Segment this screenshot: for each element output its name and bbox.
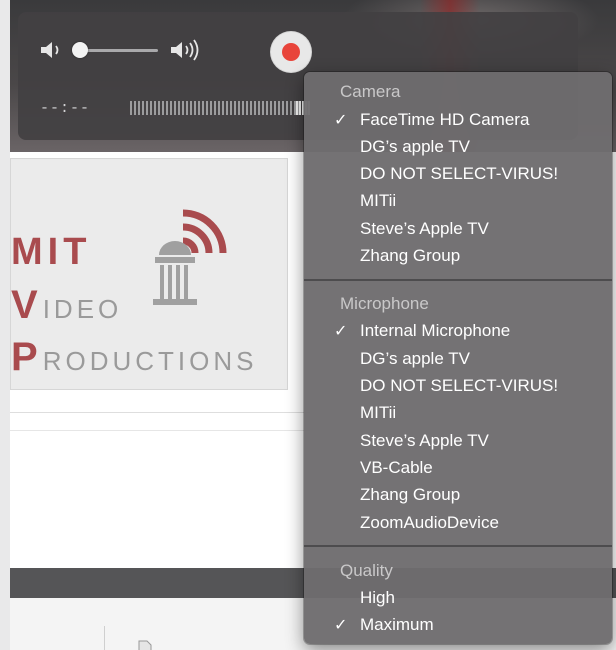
dome-building-signal-icon (153, 209, 227, 305)
checkmark-icon: ✓ (334, 323, 348, 340)
menu-item-label: Maximum (360, 615, 434, 634)
menu-item-label: Internal Microphone (360, 321, 511, 340)
menu-separator (304, 545, 612, 547)
menu-item-camera-zhang-group[interactable]: Zhang Group (304, 243, 612, 270)
menu-item-label: Zhang Group (360, 485, 461, 504)
menu-item-label: Steve’s Apple TV (360, 431, 489, 450)
menu-item-label: Steve’s Apple TV (360, 219, 489, 238)
logo-productions-text: PRODUCTIONS (11, 335, 257, 380)
menu-item-camera-do-not-select[interactable]: DO NOT SELECT-VIRUS! (304, 161, 612, 188)
menu-item-label: DG’s apple TV (360, 137, 470, 156)
volume-slider-knob[interactable] (72, 42, 88, 58)
document-icon (138, 640, 152, 650)
speaker-high-icon[interactable] (168, 36, 208, 64)
menu-item-quality-high[interactable]: High (304, 585, 612, 612)
checkmark-icon: ✓ (334, 617, 348, 634)
audio-level-meter (130, 101, 310, 115)
menu-header-camera: Camera (340, 82, 401, 101)
menu-item-label: MITii (360, 403, 397, 422)
logo-video-text: VIDEO (11, 283, 122, 328)
bottom-divider (104, 626, 105, 650)
menu-item-mic-do-not-select[interactable]: DO NOT SELECT-VIRUS! (304, 373, 612, 400)
menu-item-label: VB-Cable (360, 458, 433, 477)
record-icon (282, 43, 300, 61)
menu-item-mic-steves-apple-tv[interactable]: Steve’s Apple TV (304, 428, 612, 455)
logo-productions-rest: RODUCTIONS (42, 346, 258, 376)
page-divider (10, 412, 310, 413)
menu-item-camera-steves-apple-tv[interactable]: Steve’s Apple TV (304, 216, 612, 243)
menu-item-label: High (360, 588, 395, 607)
volume-slider-track[interactable] (76, 49, 158, 52)
menu-item-label: DO NOT SELECT-VIRUS! (360, 164, 559, 183)
menu-item-mic-mitii[interactable]: MITii (304, 400, 612, 427)
mit-video-productions-logo: MIT VIDEO PRODUCTIONS (10, 158, 288, 390)
menu-item-camera-dg-apple-tv[interactable]: DG’s apple TV (304, 134, 612, 161)
menu-item-label: DO NOT SELECT-VIRUS! (360, 376, 559, 395)
logo-productions-initial: P (11, 335, 43, 379)
menu-item-mic-zhang-group[interactable]: Zhang Group (304, 482, 612, 509)
menu-item-label: FaceTime HD Camera (360, 110, 530, 129)
checkmark-icon: ✓ (334, 112, 348, 129)
record-button[interactable] (270, 31, 312, 73)
menu-item-mic-internal[interactable]: ✓ Internal Microphone (304, 318, 612, 345)
options-dropdown-menu: Camera ✓ FaceTime HD Camera DG’s apple T… (304, 72, 612, 644)
menu-item-camera-facetime[interactable]: ✓ FaceTime HD Camera (304, 107, 612, 134)
elapsed-time: --:-- (40, 100, 91, 117)
menu-item-label: MITii (360, 191, 397, 210)
speaker-low-icon[interactable] (38, 38, 64, 62)
menu-item-label: ZoomAudioDevice (360, 513, 499, 532)
menu-separator (304, 279, 612, 281)
menu-item-mic-zoom-audio-device[interactable]: ZoomAudioDevice (304, 510, 612, 537)
logo-video-rest: IDEO (42, 294, 123, 324)
logo-video-initial: V (11, 283, 43, 327)
menu-item-camera-mitii[interactable]: MITii (304, 188, 612, 215)
menu-header-microphone: Microphone (340, 294, 429, 313)
menu-header-quality: Quality (340, 561, 393, 580)
menu-item-label: DG’s apple TV (360, 349, 470, 368)
logo-mit-text: MIT (11, 231, 92, 273)
menu-item-label: Zhang Group (360, 246, 461, 265)
page-divider (10, 430, 310, 431)
menu-item-quality-maximum[interactable]: ✓ Maximum (304, 612, 612, 639)
menu-item-mic-dg-apple-tv[interactable]: DG’s apple TV (304, 346, 612, 373)
window-edge-strip (0, 0, 10, 650)
menu-item-mic-vb-cable[interactable]: VB-Cable (304, 455, 612, 482)
